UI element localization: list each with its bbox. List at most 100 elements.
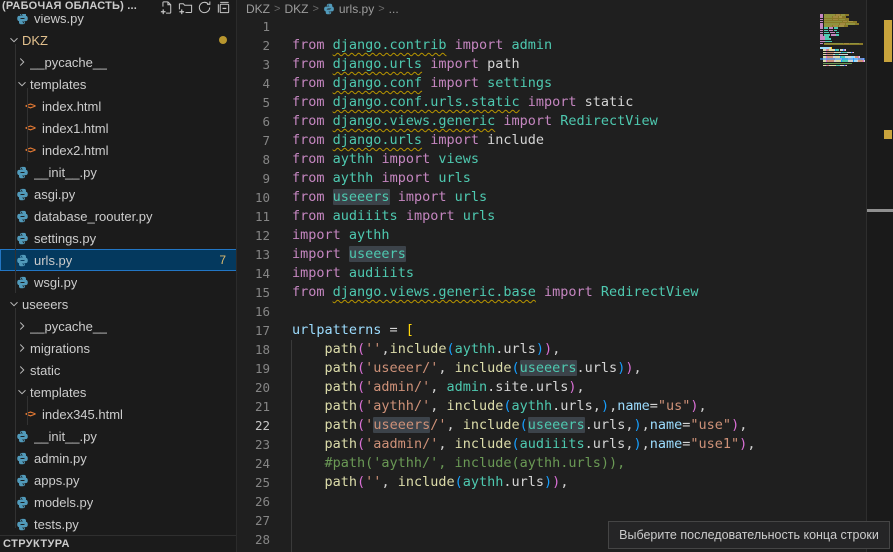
- tree-item-label: wsgi.py: [34, 275, 77, 290]
- line-number: 28: [238, 530, 270, 549]
- code-line[interactable]: 3from django.urls import path: [238, 55, 893, 74]
- code-line[interactable]: 2from django.contrib import admin: [238, 36, 893, 55]
- tree-item--pycache-[interactable]: __pycache__: [0, 315, 237, 337]
- code-line[interactable]: 6from django.views.generic import Redire…: [238, 112, 893, 131]
- code-line[interactable]: 13import useeers: [238, 245, 893, 264]
- code-line[interactable]: 23 path('aadmin/', include(audiiits.urls…: [238, 435, 893, 454]
- code-line[interactable]: 14import audiiits: [238, 264, 893, 283]
- chevron-down-icon: [6, 296, 22, 312]
- line-number: 8: [238, 150, 270, 169]
- line-number: 25: [238, 473, 270, 492]
- tree-item-admin-py[interactable]: admin.py: [0, 447, 237, 469]
- code-line[interactable]: 8from aythh import views: [238, 150, 893, 169]
- code-line[interactable]: 11from audiiits import urls: [238, 207, 893, 226]
- code-line[interactable]: 20 path('admin/', admin.site.urls),: [238, 378, 893, 397]
- code-line[interactable]: 15from django.views.generic.base import …: [238, 283, 893, 302]
- code-line[interactable]: 5from django.conf.urls.static import sta…: [238, 93, 893, 112]
- tree-item-label: index2.html: [42, 143, 108, 158]
- tree-item-label: models.py: [34, 495, 93, 510]
- line-number: 14: [238, 264, 270, 283]
- collapse-all-icon[interactable]: [214, 0, 233, 14]
- code-line[interactable]: 19 path('useeer/', include(useeers.urls)…: [238, 359, 893, 378]
- overview-ruler[interactable]: [866, 0, 893, 552]
- code-line-text: import audiiits: [270, 264, 414, 283]
- code-line[interactable]: 17urlpatterns = [: [238, 321, 893, 340]
- tree-item-database-roouter-py[interactable]: database_roouter.py: [0, 205, 237, 227]
- line-number: 10: [238, 188, 270, 207]
- breadcrumb-item-symbol[interactable]: ...: [389, 2, 399, 16]
- tree-item-templates[interactable]: templates: [0, 381, 237, 403]
- breadcrumb-separator: >: [274, 3, 280, 15]
- code-line[interactable]: 24 #path('aythh/', include(aythh.urls)),: [238, 454, 893, 473]
- tree-item-label: static: [30, 363, 60, 378]
- ruler-warning-mark: [884, 20, 892, 62]
- code-line[interactable]: 26: [238, 492, 893, 511]
- breadcrumb-item-folder[interactable]: DKZ: [284, 2, 308, 16]
- indent-guide: [291, 340, 292, 552]
- breadcrumb-item-root[interactable]: DKZ: [246, 2, 270, 16]
- tree-item-apps-py[interactable]: apps.py: [0, 469, 237, 491]
- line-number: 19: [238, 359, 270, 378]
- tree-item-models-py[interactable]: models.py: [0, 491, 237, 513]
- tree-item--init-py[interactable]: __init__.py: [0, 425, 237, 447]
- tree-item-index345-html[interactable]: <>index345.html: [0, 403, 237, 425]
- code-area[interactable]: 12from django.contrib import admin3from …: [238, 17, 893, 549]
- minimap[interactable]: [820, 0, 866, 552]
- tree-item-asgi-py[interactable]: asgi.py: [0, 183, 237, 205]
- tree-item-index2-html[interactable]: <>index2.html: [0, 139, 237, 161]
- code-line[interactable]: 4from django.conf import settings: [238, 74, 893, 93]
- html-file-icon: <>: [22, 120, 38, 136]
- tree-indent-guide: [27, 88, 28, 161]
- code-line[interactable]: 16: [238, 302, 893, 321]
- code-line[interactable]: 25 path('', include(aythh.urls)),: [238, 473, 893, 492]
- workspace-title: (РАБОЧАЯ ОБЛАСТЬ) ...: [2, 0, 157, 12]
- tree-item-settings-py[interactable]: settings.py: [0, 227, 237, 249]
- code-line-text: from django.views.generic.base import Re…: [270, 283, 698, 302]
- tree-item-dkz[interactable]: DKZ: [0, 29, 237, 51]
- new-folder-icon[interactable]: [176, 0, 195, 14]
- minimap-line: [853, 52, 854, 54]
- tree-item--init-py[interactable]: __init__.py: [0, 161, 237, 183]
- code-line[interactable]: 7from django.urls import include: [238, 131, 893, 150]
- tree-item-templates[interactable]: templates: [0, 73, 237, 95]
- tree-item-index-html[interactable]: <>index.html: [0, 95, 237, 117]
- explorer-section-header[interactable]: (РАБОЧАЯ ОБЛАСТЬ) ...: [0, 0, 237, 14]
- code-line[interactable]: 1: [238, 17, 893, 36]
- tree-item-label: __pycache__: [30, 319, 107, 334]
- refresh-icon[interactable]: [195, 0, 214, 14]
- code-line-text: from django.conf import settings: [270, 74, 552, 93]
- tree-item-useeers[interactable]: useeers: [0, 293, 237, 315]
- chevron-right-icon: [14, 318, 30, 334]
- tree-item-tests-py[interactable]: tests.py: [0, 513, 237, 535]
- tree-item-static[interactable]: static: [0, 359, 237, 381]
- tree-indent-guide: [15, 308, 16, 528]
- python-file-icon: [14, 494, 30, 510]
- code-line[interactable]: 10from useeers import urls: [238, 188, 893, 207]
- python-file-icon: [14, 428, 30, 444]
- code-line-text: path('useeers/', include(useeers.urls,),…: [270, 416, 747, 435]
- tree-item-label: database_roouter.py: [34, 209, 153, 224]
- outline-section-label: СТРУКТУРА: [0, 538, 70, 550]
- outline-section-header[interactable]: СТРУКТУРА: [0, 535, 237, 552]
- tree-item-urls-py[interactable]: urls.py7: [0, 249, 237, 271]
- breadcrumb-item-file[interactable]: urls.py: [339, 2, 374, 16]
- code-line[interactable]: 22 path('useeers/', include(useeers.urls…: [238, 416, 893, 435]
- python-file-icon: [14, 164, 30, 180]
- chevron-right-icon: [14, 362, 30, 378]
- code-line[interactable]: 9from aythh import urls: [238, 169, 893, 188]
- tree-item-migrations[interactable]: migrations: [0, 337, 237, 359]
- tree-item-label: __init__.py: [34, 165, 97, 180]
- tree-item-wsgi-py[interactable]: wsgi.py: [0, 271, 237, 293]
- tree-item-index1-html[interactable]: <>index1.html: [0, 117, 237, 139]
- code-line-text: path('admin/', admin.site.urls),: [270, 378, 585, 397]
- line-number: 1: [238, 17, 270, 36]
- tree-item--pycache-[interactable]: __pycache__: [0, 51, 237, 73]
- code-line[interactable]: 12import aythh: [238, 226, 893, 245]
- breadcrumb[interactable]: DKZ > DKZ > urls.py > ...: [238, 0, 399, 17]
- code-line[interactable]: 18 path('',include(aythh.urls)),: [238, 340, 893, 359]
- tree-item-label: index345.html: [42, 407, 123, 422]
- line-number: 12: [238, 226, 270, 245]
- code-line-text: from audiiits import urls: [270, 207, 495, 226]
- code-line[interactable]: 21 path('aythh/', include(aythh.urls,),n…: [238, 397, 893, 416]
- new-file-icon[interactable]: [157, 0, 176, 14]
